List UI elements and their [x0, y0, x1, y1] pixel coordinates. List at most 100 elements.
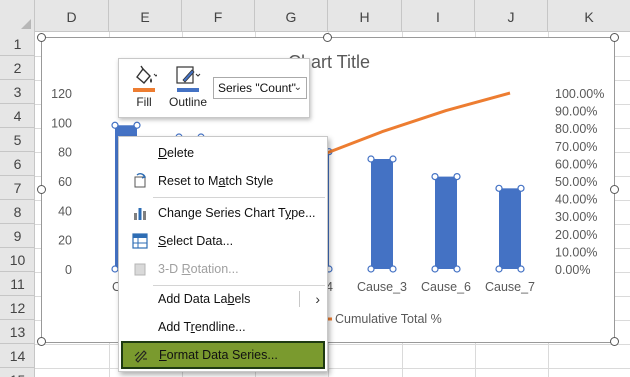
chart-handle-right[interactable]: [610, 185, 619, 194]
reset-style-icon: [134, 173, 147, 188]
row-header-13[interactable]: 13: [0, 320, 35, 344]
chart-handle-top-left[interactable]: [37, 33, 46, 42]
menu-item-3d-rotation[interactable]: 3-D Rotation...: [120, 255, 326, 283]
pen-outline-icon: [176, 66, 201, 84]
left-axis-tick-label: 20: [58, 234, 72, 248]
category-label: Cause_3: [357, 280, 407, 294]
right-axis-tick-label: 90.00%: [555, 105, 597, 119]
paint-bucket-icon: [136, 65, 157, 84]
series-context-menu: Delete Reset to Match Style Change Serie…: [118, 136, 328, 372]
outline-color-swatch: [177, 88, 199, 92]
row-header-12[interactable]: 12: [0, 296, 35, 320]
row-header-bar: 1 2 3 4 5 6 7 8 9 10 11 12 13 14 15: [0, 32, 35, 377]
bar-selection-handle[interactable]: [431, 265, 439, 273]
chevron-down-icon: ⌄: [293, 82, 302, 93]
bar-count[interactable]: [435, 176, 457, 269]
legend-cumulative-label[interactable]: Cumulative Total %: [335, 312, 442, 326]
right-axis-tick-label: 70.00%: [555, 140, 597, 154]
menu-item-select-data[interactable]: Select Data...: [120, 227, 326, 255]
row-header-3[interactable]: 3: [0, 80, 35, 104]
right-axis-tick-label: 60.00%: [555, 157, 597, 171]
right-axis-tick-label: 40.00%: [555, 193, 597, 207]
bar-selection-handle[interactable]: [453, 173, 461, 181]
row-header-5[interactable]: 5: [0, 128, 35, 152]
chart-handle-bottom-left[interactable]: [37, 337, 46, 346]
bar-selection-handle[interactable]: [431, 173, 439, 181]
column-header-h[interactable]: H: [328, 0, 402, 32]
left-axis-tick-label: 100: [51, 116, 72, 130]
bar-selection-handle[interactable]: [111, 121, 119, 129]
right-axis-tick-label: 10.00%: [555, 245, 597, 259]
bar-selection-handle[interactable]: [367, 265, 375, 273]
row-header-14[interactable]: 14: [0, 344, 35, 368]
left-axis-tick-label: 60: [58, 175, 72, 189]
outline-button[interactable]: Outline: [165, 63, 211, 115]
bar-selection-handle[interactable]: [495, 184, 503, 192]
fill-color-swatch: [133, 88, 155, 92]
select-data-icon: [132, 233, 148, 249]
column-header-d[interactable]: D: [35, 0, 109, 32]
column-header-g[interactable]: G: [255, 0, 328, 32]
series-select-value: Series "Count": [218, 81, 296, 95]
format-series-icon: [134, 350, 147, 363]
right-axis-tick-label: 80.00%: [555, 122, 597, 136]
right-axis-tick-label: 30.00%: [555, 210, 597, 224]
row-header-7[interactable]: 7: [0, 176, 35, 200]
bar-selection-handle[interactable]: [367, 155, 375, 163]
fill-button[interactable]: Fill: [127, 63, 161, 115]
category-label: Cause_6: [421, 280, 471, 294]
chart-type-icon: [134, 208, 146, 220]
menu-item-reset-style[interactable]: Reset to Match Style: [120, 167, 326, 195]
menu-item-change-chart-type[interactable]: Change Series Chart Type...: [120, 199, 326, 227]
left-axis-tick-label: 80: [58, 146, 72, 160]
row-header-1[interactable]: 1: [0, 32, 35, 56]
bar-selection-handle[interactable]: [495, 265, 503, 273]
right-axis-tick-label: 20.00%: [555, 228, 597, 242]
menu-item-format-data-series[interactable]: Format Data Series...: [121, 341, 325, 369]
rotation-3d-icon: [134, 263, 146, 276]
bar-selection-handle[interactable]: [389, 155, 397, 163]
bar-selection-handle[interactable]: [133, 121, 141, 129]
column-header-f[interactable]: F: [182, 0, 255, 32]
row-header-10[interactable]: 10: [0, 248, 35, 272]
format-mini-toolbar: Fill Outline Series "Count" ⌄: [118, 58, 310, 118]
menu-item-add-trendline[interactable]: Add Trendline...: [120, 313, 326, 341]
bar-selection-handle[interactable]: [453, 265, 461, 273]
menu-item-add-data-labels[interactable]: Add Data Labels ›: [120, 285, 326, 313]
row-header-15[interactable]: 15: [0, 368, 35, 377]
column-header-i[interactable]: I: [402, 0, 475, 32]
column-header-e[interactable]: E: [109, 0, 182, 32]
chart-handle-bottom-right[interactable]: [610, 337, 619, 346]
series-select-dropdown[interactable]: Series "Count" ⌄: [213, 77, 307, 99]
column-header-j[interactable]: J: [475, 0, 548, 32]
chart-handle-left[interactable]: [37, 185, 46, 194]
left-axis-tick-label: 40: [58, 204, 72, 218]
category-label: Cause_7: [485, 280, 535, 294]
right-axis-tick-label: 100.00%: [555, 87, 604, 101]
bar-count[interactable]: [499, 188, 521, 269]
chart-handle-top[interactable]: [323, 33, 332, 42]
bar-selection-handle[interactable]: [517, 184, 525, 192]
select-all-corner[interactable]: [0, 0, 35, 32]
row-header-6[interactable]: 6: [0, 152, 35, 176]
left-axis-tick-label: 0: [65, 263, 72, 277]
menu-separator: [153, 197, 325, 198]
fill-label: Fill: [136, 95, 152, 109]
bar-selection-handle[interactable]: [389, 265, 397, 273]
chart-handle-top-right[interactable]: [610, 33, 619, 42]
right-axis-tick-label: 50.00%: [555, 175, 597, 189]
outline-label: Outline: [168, 95, 208, 109]
row-header-2[interactable]: 2: [0, 56, 35, 80]
menu-item-delete[interactable]: Delete: [120, 139, 326, 167]
row-header-11[interactable]: 11: [0, 272, 35, 296]
bar-selection-handle[interactable]: [517, 265, 525, 273]
chevron-right-icon[interactable]: ›: [315, 285, 320, 313]
column-header-bar: D E F G H I J K: [0, 0, 630, 32]
row-header-8[interactable]: 8: [0, 200, 35, 224]
row-header-4[interactable]: 4: [0, 104, 35, 128]
column-header-k[interactable]: K: [548, 0, 630, 32]
bar-count[interactable]: [371, 159, 393, 269]
row-header-9[interactable]: 9: [0, 224, 35, 248]
right-axis-tick-label: 0.00%: [555, 263, 590, 277]
left-axis-tick-label: 120: [51, 87, 72, 101]
